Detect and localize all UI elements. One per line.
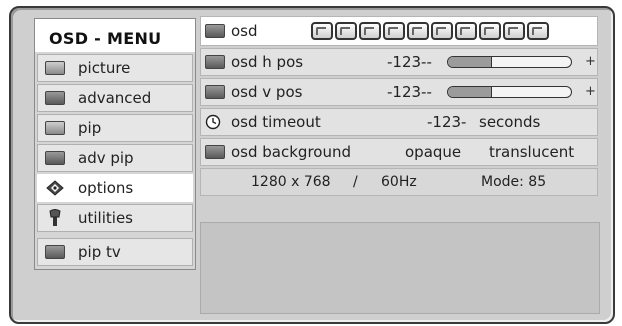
osd-h-pos-value: -123--	[387, 53, 432, 71]
resolution-text: 1280 x 768	[251, 174, 331, 190]
menu-item-label: advanced	[78, 89, 152, 107]
menu-title: OSD - MENU	[35, 19, 195, 52]
background-icon	[205, 145, 227, 160]
pip-tv-icon	[44, 245, 66, 260]
osd-v-pos-slider[interactable]	[447, 86, 572, 98]
h-pos-icon	[205, 55, 227, 70]
osd-background-label: osd background	[231, 143, 351, 161]
menu-item-picture[interactable]: picture	[37, 54, 193, 82]
plus-icon: +	[585, 84, 596, 99]
language-tile[interactable]	[431, 22, 453, 40]
language-tiles	[311, 22, 549, 40]
menu-item-adv-pip[interactable]: adv pip	[37, 144, 193, 172]
osd-h-pos-slider[interactable]	[447, 56, 572, 68]
utilities-icon	[44, 209, 66, 226]
osd-h-pos-row[interactable]: osd h pos -123-- +	[200, 48, 598, 76]
frequency-text: 60Hz	[381, 174, 417, 190]
options-icon	[44, 180, 66, 196]
menu-item-pip[interactable]: pip	[37, 114, 193, 142]
osd-v-pos-slider-fill	[448, 87, 493, 97]
menu-item-label: adv pip	[78, 149, 134, 167]
osd-v-pos-value: -123--	[387, 83, 432, 101]
osd-settings-panel: osd osd h pos -123-- + osd v pos -123--	[200, 16, 598, 198]
osd-h-pos-slider-fill	[448, 57, 493, 67]
language-tile[interactable]	[335, 22, 357, 40]
menu-item-options[interactable]: options	[37, 174, 193, 202]
display-status-row: 1280 x 768 / 60Hz Mode: 85	[200, 168, 598, 196]
osd-v-pos-row[interactable]: osd v pos -123-- +	[200, 78, 598, 106]
osd-timeout-row[interactable]: osd timeout -123- seconds	[200, 108, 598, 136]
menu-item-label: options	[78, 179, 134, 197]
plus-icon: +	[585, 54, 596, 69]
mode-text: Mode: 85	[481, 174, 547, 190]
background-option-translucent[interactable]: translucent	[489, 143, 574, 161]
menu-item-label: pip	[78, 119, 102, 137]
language-tile[interactable]	[359, 22, 381, 40]
language-tile[interactable]	[479, 22, 501, 40]
language-tile[interactable]	[503, 22, 525, 40]
osd-v-pos-label: osd v pos	[231, 83, 303, 101]
osd-timeout-value: -123-	[427, 113, 467, 131]
status-separator: /	[353, 174, 358, 190]
osd-timeout-unit: seconds	[479, 113, 541, 131]
pip-icon	[44, 121, 66, 136]
background-option-opaque[interactable]: opaque	[405, 143, 461, 161]
language-tile[interactable]	[383, 22, 405, 40]
v-pos-icon	[205, 85, 227, 100]
lower-panel	[200, 222, 600, 314]
advanced-icon	[44, 91, 66, 106]
menu-item-label: pip tv	[78, 243, 121, 261]
osd-icon	[205, 24, 227, 39]
menu-item-label: picture	[78, 59, 131, 77]
clock-icon	[205, 114, 227, 130]
language-tile[interactable]	[527, 22, 549, 40]
language-tile[interactable]	[311, 22, 333, 40]
language-tile[interactable]	[455, 22, 477, 40]
picture-icon	[44, 61, 66, 76]
osd-background-row[interactable]: osd background opaque translucent	[200, 138, 598, 166]
osd-header-row: osd	[200, 16, 598, 46]
osd-timeout-label: osd timeout	[231, 113, 321, 131]
menu-item-pip-tv[interactable]: pip tv	[37, 238, 193, 266]
menu-item-advanced[interactable]: advanced	[37, 84, 193, 112]
osd-header-label: osd	[231, 22, 258, 40]
osd-menu-sidebar: OSD - MENU picture advanced pip adv pip …	[34, 18, 196, 270]
language-tile[interactable]	[407, 22, 429, 40]
adv-pip-icon	[44, 151, 66, 166]
osd-h-pos-label: osd h pos	[231, 53, 304, 71]
menu-item-utilities[interactable]: utilities	[37, 204, 193, 232]
menu-item-label: utilities	[78, 209, 133, 227]
